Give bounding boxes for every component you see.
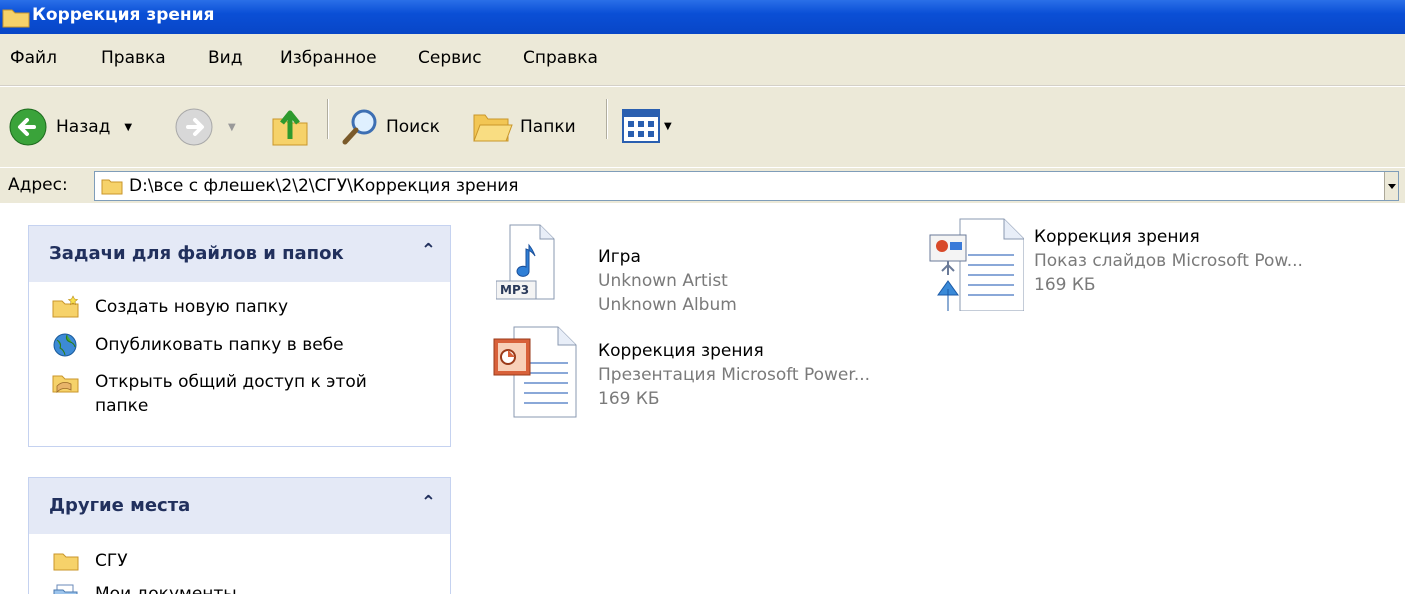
tasks-panel-title: Задачи для файлов и папок <box>49 243 344 264</box>
file-item-pps[interactable]: Коррекция зрения Показ слайдов Microsoft… <box>928 215 1368 315</box>
new-folder-icon <box>52 295 79 318</box>
other-places-panel-header[interactable]: Другие места ⌃ <box>29 478 450 534</box>
forward-button[interactable]: ▼ <box>174 107 236 147</box>
search-label: Поиск <box>386 117 440 137</box>
file-info-line1: Показ слайдов Microsoft Pow... <box>1034 251 1303 271</box>
menu-file[interactable]: Файл <box>10 48 57 68</box>
task-label-line2: папке <box>95 396 149 416</box>
file-info-line2: Unknown Album <box>598 295 737 315</box>
menu-help[interactable]: Справка <box>523 48 598 68</box>
file-item-ppt[interactable]: Коррекция зрения Презентация Microsoft P… <box>492 323 932 423</box>
window-title: Коррекция зрения <box>32 5 215 25</box>
folders-label: Папки <box>520 117 576 137</box>
views-dropdown-icon[interactable]: ▼ <box>664 121 672 132</box>
folder-icon <box>101 179 123 195</box>
menu-edit[interactable]: Правка <box>101 48 166 68</box>
powerpoint-file-icon <box>493 326 577 418</box>
back-dropdown-icon[interactable]: ▼ <box>124 122 132 133</box>
views-button[interactable]: ▼ <box>622 109 672 143</box>
file-name: Коррекция зрения <box>1034 227 1200 247</box>
place-label: СГУ <box>95 551 128 571</box>
file-item-mp3[interactable]: MP3 Игра Unknown Artist Unknown Album <box>496 223 876 315</box>
other-places-panel: Другие места ⌃ СГУ Мои документы <box>28 477 451 594</box>
search-icon <box>342 109 377 145</box>
place-sgu[interactable]: СГУ <box>51 549 128 573</box>
task-share-folder[interactable]: Открыть общий доступ к этой папке <box>51 370 367 418</box>
file-info-line2: 169 КБ <box>1034 275 1096 295</box>
toolbar: Назад ▼ ▼ Поиск Папки ▼ <box>0 86 1405 167</box>
globe-icon <box>53 333 77 357</box>
my-documents-icon <box>53 584 78 594</box>
folder-view: Задачи для файлов и папок ⌃ Создать нову… <box>0 203 1405 594</box>
slideshow-file-icon <box>929 218 1024 311</box>
address-dropdown-button[interactable] <box>1384 172 1398 200</box>
place-label: Мои документы <box>95 584 237 594</box>
folder-icon <box>53 553 79 571</box>
address-bar: Адрес: D:\все с флешек\2\2\СГУ\Коррекция… <box>0 167 1405 203</box>
forward-arrow-icon <box>175 108 213 146</box>
back-button[interactable]: Назад ▼ <box>8 107 132 147</box>
task-label: Создать новую папку <box>95 297 289 317</box>
file-info-line1: Презентация Microsoft Power... <box>598 365 871 385</box>
file-info-line1: Unknown Artist <box>598 271 728 291</box>
forward-dropdown-icon[interactable]: ▼ <box>228 122 236 133</box>
title-bar: Коррекция зрения <box>0 0 1405 34</box>
folder-icon <box>2 9 30 28</box>
menu-view[interactable]: Вид <box>208 48 242 68</box>
address-input[interactable]: D:\все с флешек\2\2\СГУ\Коррекция зрения <box>94 171 1399 201</box>
collapse-chevron-icon[interactable]: ⌃ <box>421 240 436 261</box>
place-my-documents[interactable]: Мои документы <box>51 582 237 594</box>
other-places-panel-title: Другие места <box>49 495 191 516</box>
folders-button[interactable]: Папки <box>470 107 576 147</box>
back-arrow-icon <box>9 108 47 146</box>
menu-favorites[interactable]: Избранное <box>280 48 377 68</box>
tasks-panel-header[interactable]: Задачи для файлов и папок ⌃ <box>29 226 450 282</box>
collapse-chevron-icon[interactable]: ⌃ <box>421 492 436 513</box>
file-info-line2: 169 КБ <box>598 389 660 409</box>
up-folder-icon <box>272 110 308 146</box>
task-new-folder[interactable]: Создать новую папку <box>51 295 288 319</box>
search-button[interactable]: Поиск <box>340 107 440 147</box>
menu-tools[interactable]: Сервис <box>418 48 482 68</box>
back-label: Назад <box>56 117 111 137</box>
views-icon <box>622 109 660 143</box>
task-label: Опубликовать папку в вебе <box>95 335 344 355</box>
task-label-line1: Открыть общий доступ к этой <box>95 372 367 392</box>
up-folder-button[interactable] <box>270 105 310 149</box>
mp3-badge: MP3 <box>500 283 530 297</box>
folders-icon <box>473 114 513 142</box>
file-name: Коррекция зрения <box>598 341 764 361</box>
share-folder-icon <box>52 375 79 393</box>
file-name: Игра <box>598 247 641 267</box>
task-label-multiline: Открыть общий доступ к этой папке <box>95 370 367 418</box>
task-publish-web[interactable]: Опубликовать папку в вебе <box>51 333 344 357</box>
tasks-panel: Задачи для файлов и папок ⌃ Создать нову… <box>28 225 451 447</box>
address-path: D:\все с флешек\2\2\СГУ\Коррекция зрения <box>129 176 519 196</box>
address-label: Адрес: <box>8 175 68 195</box>
menu-bar: Файл Правка Вид Избранное Сервис Справка <box>0 34 1405 86</box>
